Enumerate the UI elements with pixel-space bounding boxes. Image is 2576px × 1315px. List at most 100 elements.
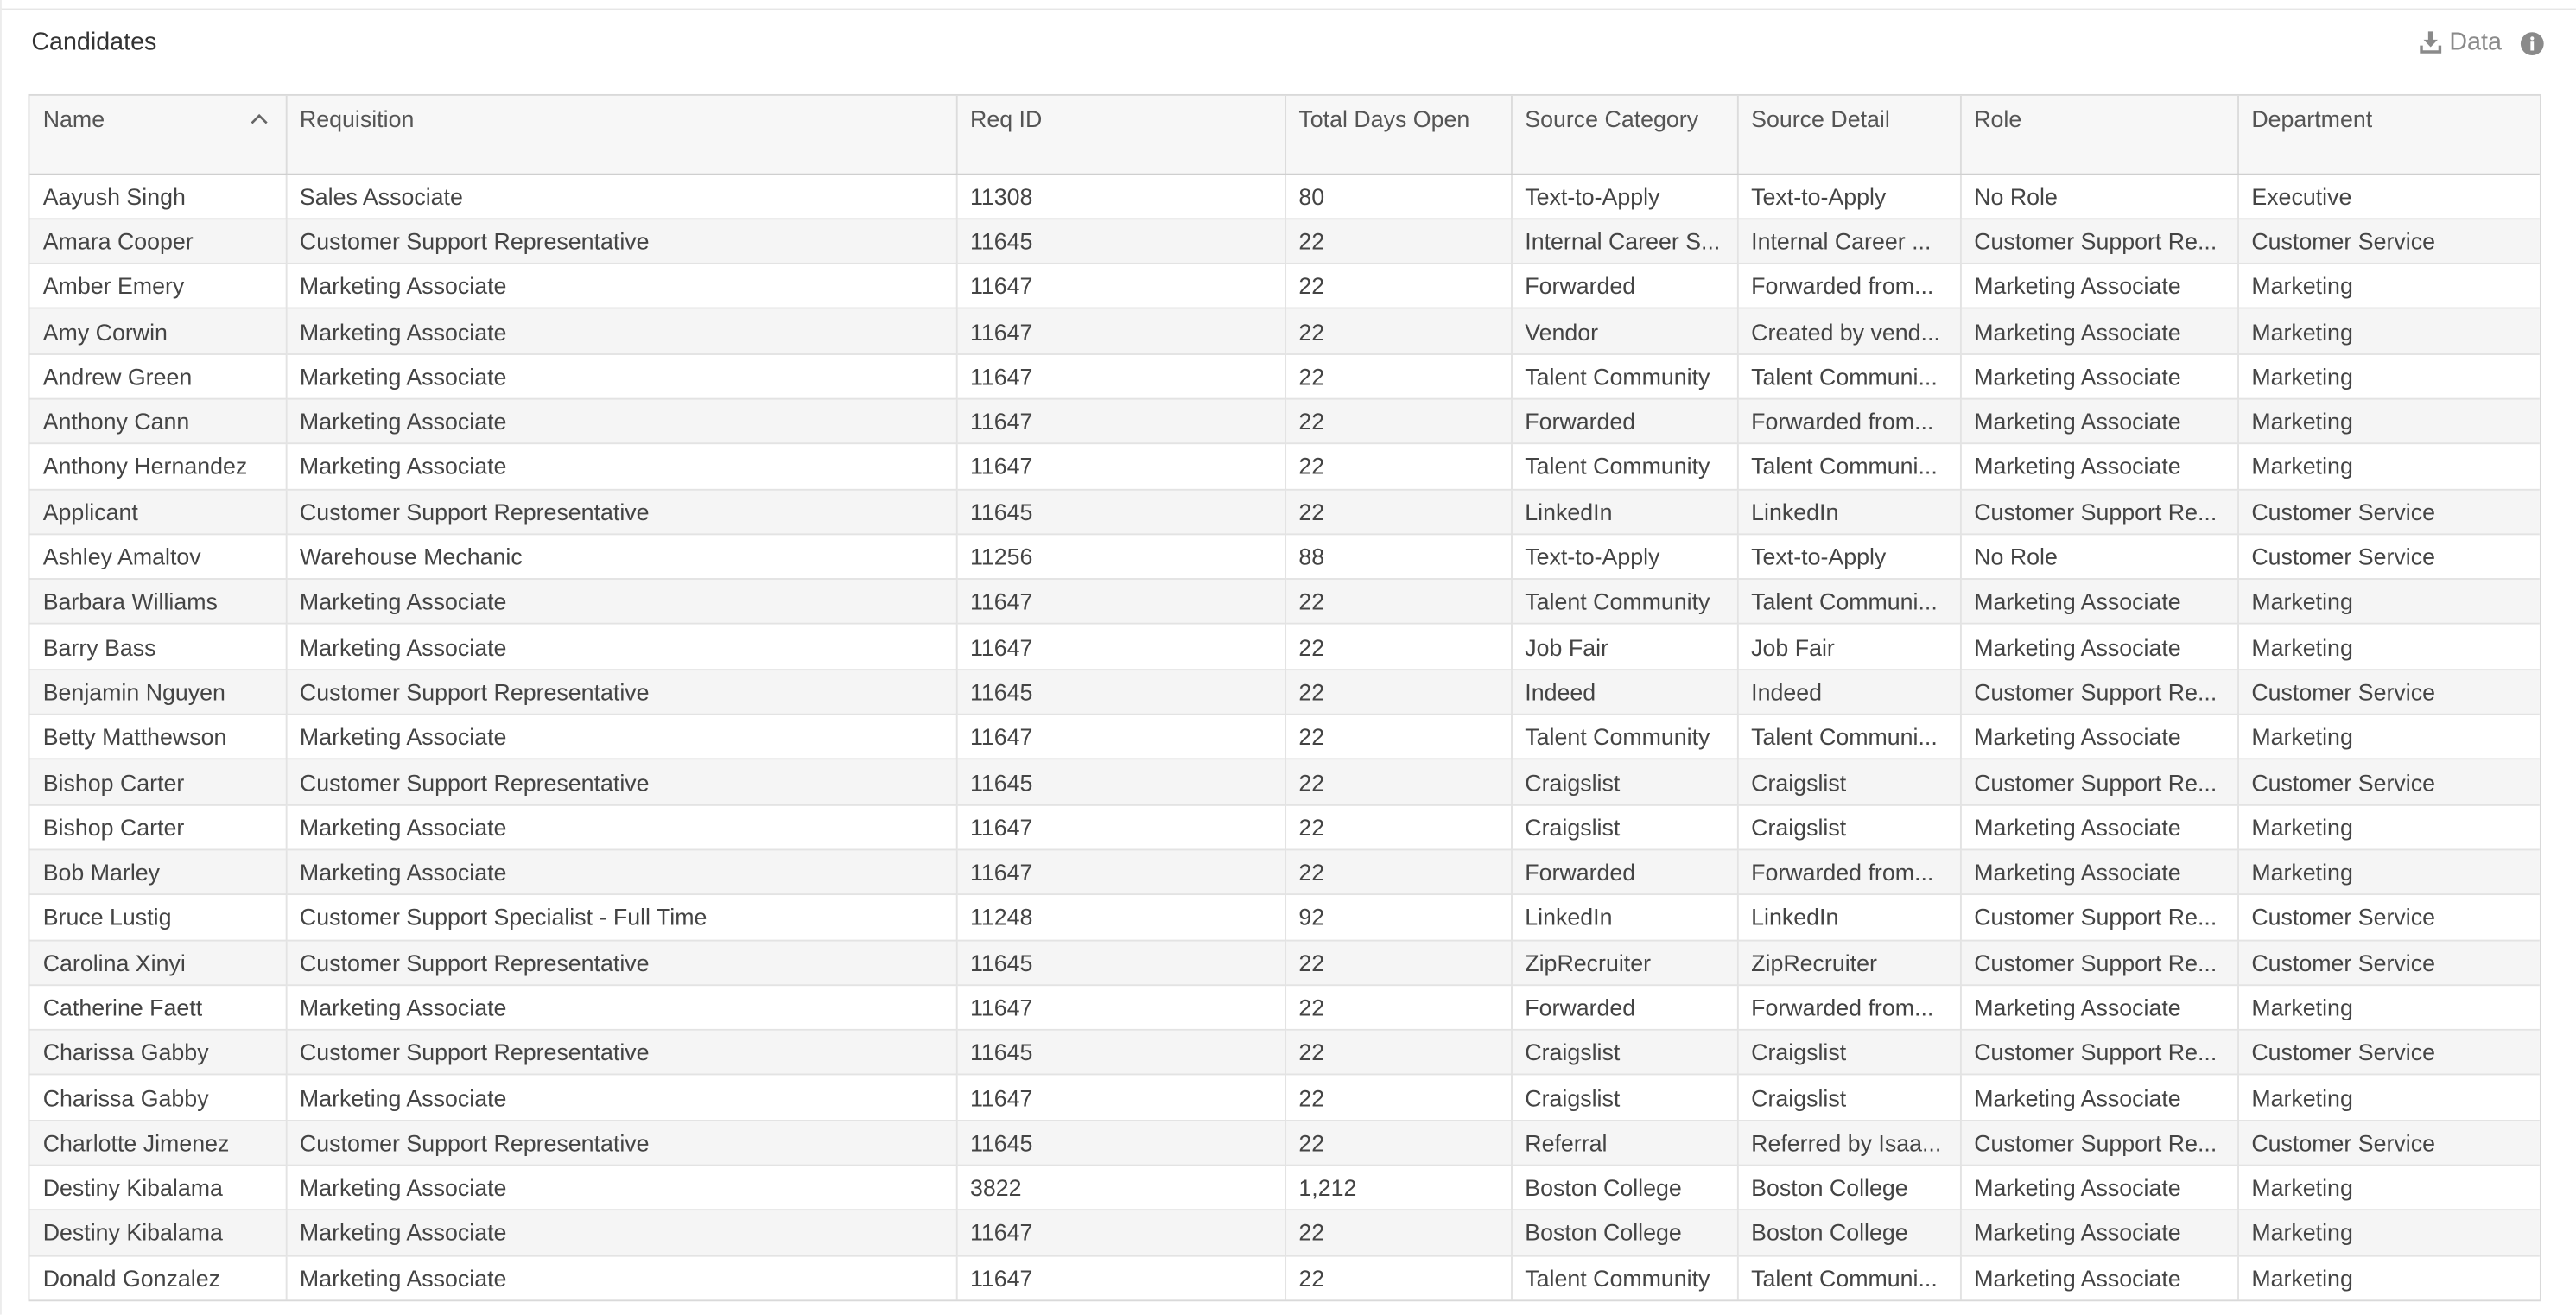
- cell-req-id: 11645: [955, 1030, 1286, 1077]
- cell-name: Charissa Gabby: [29, 1030, 287, 1077]
- cell-total-days-open: 22: [1285, 1030, 1512, 1077]
- cell-requisition: Customer Support Representative: [285, 759, 957, 806]
- download-data-button[interactable]: Data: [2420, 28, 2502, 56]
- table-row[interactable]: Andrew Green Marketing Associate 11647 22 Ta…: [29, 353, 2540, 400]
- cell-role: Marketing Associate: [1959, 398, 2239, 445]
- table-row[interactable]: Bob Marley Marketing Associate 11647 22 Forw…: [29, 849, 2540, 896]
- cell-source-category: Text-to-Apply: [1511, 173, 1738, 219]
- cell-requisition: Marketing Associate: [285, 353, 957, 400]
- cell-name: Barry Bass: [29, 624, 287, 670]
- cell-requisition: Marketing Associate: [285, 804, 957, 851]
- cell-source-category: Craigslist: [1511, 804, 1738, 851]
- cell-source-category: Talent Community: [1511, 1255, 1738, 1300]
- column-header-label: Name: [42, 105, 105, 132]
- cell-source-category: Job Fair: [1511, 624, 1738, 670]
- cell-requisition: Customer Support Representative: [285, 1120, 957, 1166]
- table-row[interactable]: Charissa Gabby Marketing Associate 11647 22…: [29, 1075, 2540, 1121]
- cell-source-detail: Talent Communi...: [1736, 353, 1961, 400]
- table-row[interactable]: Bishop Carter Marketing Associate 11647 22 C…: [29, 804, 2540, 851]
- table-row[interactable]: Bruce Lustig Customer Support Specialist …: [29, 894, 2540, 941]
- cell-department: Marketing: [2237, 849, 2540, 896]
- cell-total-days-open: 22: [1285, 804, 1512, 851]
- cell-total-days-open: 22: [1285, 1120, 1512, 1166]
- table-row[interactable]: Amara Cooper Customer Support Representat…: [29, 218, 2540, 265]
- table-row[interactable]: Donald Gonzalez Marketing Associate 11647 2…: [29, 1255, 2540, 1300]
- table-row[interactable]: Barbara Williams Marketing Associate 11647…: [29, 579, 2540, 626]
- table-row[interactable]: Charlotte Jimenez Customer Support Repres…: [29, 1120, 2540, 1166]
- column-header-label: Department: [2251, 105, 2373, 132]
- column-header-total-days-open[interactable]: Total Days Open: [1285, 95, 1512, 175]
- cell-req-id: 11647: [955, 1255, 1286, 1300]
- table-row[interactable]: Benjamin Nguyen Customer Support Represen…: [29, 669, 2540, 715]
- cell-total-days-open: 22: [1285, 353, 1512, 400]
- cell-role: No Role: [1959, 534, 2239, 581]
- cell-role: Marketing Associate: [1959, 264, 2239, 310]
- sort-ascending-icon[interactable]: [249, 112, 269, 125]
- cell-total-days-open: 22: [1285, 624, 1512, 670]
- cell-role: Marketing Associate: [1959, 1210, 2239, 1256]
- cell-source-category: Forwarded: [1511, 264, 1738, 310]
- table-row[interactable]: Destiny Kibalama Marketing Associate 11647…: [29, 1210, 2540, 1256]
- column-header-source-detail[interactable]: Source Detail: [1736, 95, 1961, 175]
- cell-role: Marketing Associate: [1959, 1165, 2239, 1211]
- cell-total-days-open: 22: [1285, 669, 1512, 715]
- column-header-label: Role: [1974, 105, 2022, 132]
- table-row[interactable]: Anthony Hernandez Marketing Associate 1164…: [29, 443, 2540, 490]
- column-header-source-category[interactable]: Source Category: [1511, 95, 1738, 175]
- column-header-req-id[interactable]: Req ID: [955, 95, 1286, 175]
- table-row[interactable]: Anthony Cann Marketing Associate 11647 22 Fo…: [29, 398, 2540, 445]
- table-row[interactable]: Amy Corwin Marketing Associate 11647 22 Vend…: [29, 308, 2540, 355]
- cell-req-id: 11647: [955, 804, 1286, 851]
- cell-role: Marketing Associate: [1959, 624, 2239, 670]
- cell-role: Customer Support Re...: [1959, 488, 2239, 536]
- cell-total-days-open: 22: [1285, 849, 1512, 896]
- cell-name: Betty Matthewson: [29, 714, 287, 760]
- cell-source-category: Boston College: [1511, 1165, 1738, 1211]
- column-header-label: Source Category: [1525, 105, 1699, 132]
- info-icon[interactable]: [2520, 31, 2545, 56]
- cell-total-days-open: 22: [1285, 984, 1512, 1032]
- cell-department: Marketing: [2237, 1165, 2540, 1211]
- cell-department: Customer Service: [2237, 488, 2540, 536]
- cell-name: Bishop Carter: [29, 759, 287, 806]
- cell-source-detail: Indeed: [1736, 669, 1961, 715]
- table-row[interactable]: Catherine Faett Marketing Associate 11647 2…: [29, 984, 2540, 1032]
- table-row[interactable]: Carolina Xinyi Customer Support Represent…: [29, 939, 2540, 986]
- cell-role: Marketing Associate: [1959, 714, 2239, 760]
- cell-source-category: LinkedIn: [1511, 894, 1738, 941]
- cell-source-category: ZipRecruiter: [1511, 939, 1738, 986]
- cell-requisition: Customer Support Representative: [285, 939, 957, 986]
- cell-req-id: 11645: [955, 939, 1286, 986]
- table-row[interactable]: Charissa Gabby Customer Support Represent…: [29, 1030, 2540, 1077]
- cell-role: Customer Support Re...: [1959, 894, 2239, 941]
- cell-req-id: 11645: [955, 759, 1286, 806]
- column-header-role[interactable]: Role: [1959, 95, 2239, 175]
- table-row[interactable]: Aayush Singh Sales Associate 11308 80 Text-t…: [29, 173, 2540, 219]
- table-row[interactable]: Amber Emery Marketing Associate 11647 22 For…: [29, 264, 2540, 310]
- cell-source-category: Talent Community: [1511, 714, 1738, 760]
- cell-total-days-open: 22: [1285, 1075, 1512, 1121]
- cell-department: Customer Service: [2237, 759, 2540, 806]
- cell-req-id: 11645: [955, 488, 1286, 536]
- cell-req-id: 11645: [955, 1120, 1286, 1166]
- table-row[interactable]: Betty Matthewson Marketing Associate 11647…: [29, 714, 2540, 760]
- table-row[interactable]: Barry Bass Marketing Associate 11647 22 Job …: [29, 624, 2540, 670]
- candidates-panel: Candidates Data Name Requisition Req ID …: [0, 0, 2576, 1315]
- column-header-requisition[interactable]: Requisition: [285, 95, 957, 175]
- cell-source-detail: Job Fair: [1736, 624, 1961, 670]
- cell-req-id: 11308: [955, 173, 1286, 219]
- table-row[interactable]: Applicant Customer Support Representative…: [29, 488, 2540, 536]
- cell-total-days-open: 80: [1285, 173, 1512, 219]
- table-row[interactable]: Ashley Amaltov Warehouse Mechanic 11256 88 T…: [29, 534, 2540, 581]
- table-row[interactable]: Destiny Kibalama Marketing Associate 3822 1…: [29, 1165, 2540, 1211]
- cell-department: Marketing: [2237, 443, 2540, 490]
- cell-department: Marketing: [2237, 1210, 2540, 1256]
- cell-req-id: 11256: [955, 534, 1286, 581]
- candidates-table-container[interactable]: Name Requisition Req ID Total Days Open …: [28, 93, 2541, 1302]
- table-row[interactable]: Bishop Carter Customer Support Representa…: [29, 759, 2540, 806]
- column-header-department[interactable]: Department: [2237, 95, 2540, 175]
- cell-department: Marketing: [2237, 579, 2540, 626]
- column-header-name[interactable]: Name: [29, 95, 287, 175]
- cell-req-id: 11647: [955, 714, 1286, 760]
- column-header-label: Source Detail: [1751, 105, 1890, 132]
